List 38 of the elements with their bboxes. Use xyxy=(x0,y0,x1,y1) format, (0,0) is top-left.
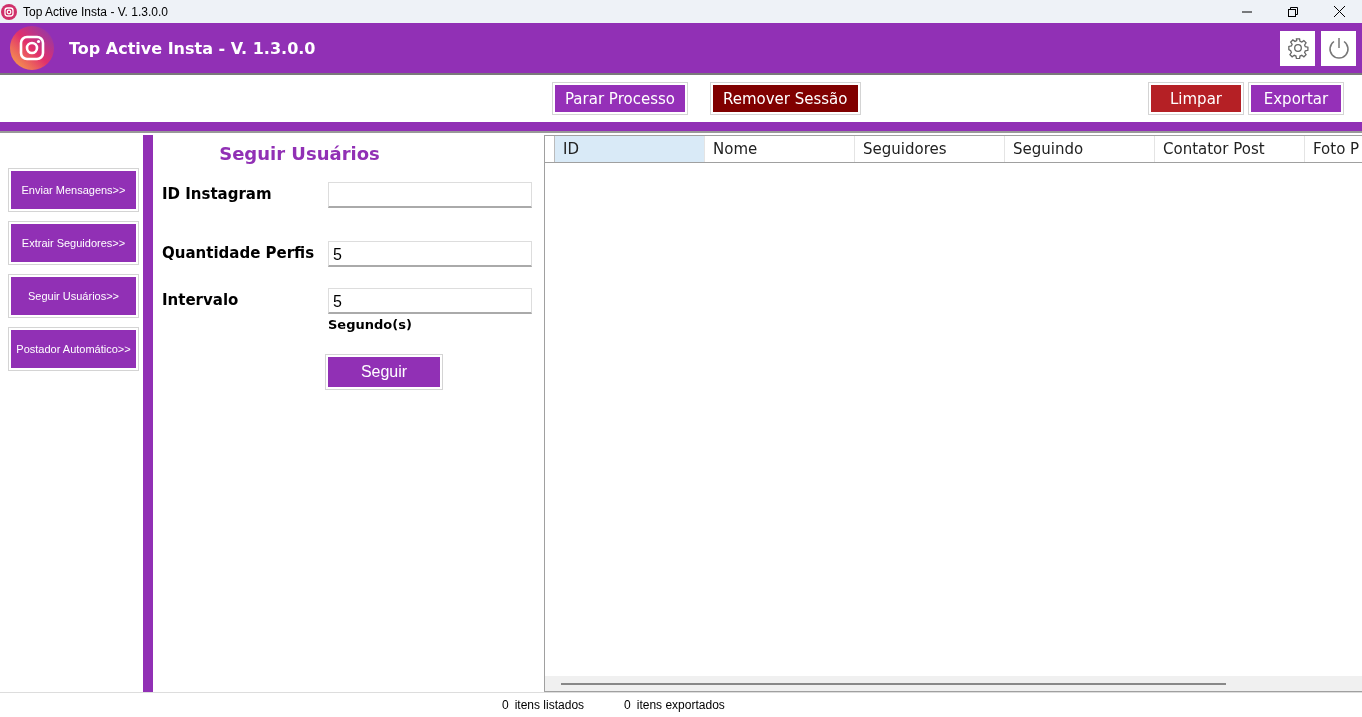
input-field[interactable]: 5 xyxy=(328,241,532,267)
power-icon xyxy=(1326,36,1351,60)
field-label: Quantidade Perfis xyxy=(162,243,316,262)
column-header[interactable]: Contator Post xyxy=(1155,136,1305,162)
sidebar-item[interactable]: Seguir Usuários>> xyxy=(11,277,136,315)
sidebar-item[interactable]: Postador Automático>> xyxy=(11,330,136,368)
status-count: 0 xyxy=(502,698,509,712)
horizontal-scrollbar[interactable] xyxy=(561,682,1226,685)
sidebar-item[interactable]: Extrair Seguidores>> xyxy=(11,224,136,262)
toolbar-button[interactable]: Parar Processo xyxy=(555,85,685,112)
logo-icon xyxy=(10,26,54,70)
toolbar-button[interactable]: Limpar xyxy=(1151,85,1241,112)
column-header[interactable]: Seguidores xyxy=(855,136,1005,162)
restore-icon xyxy=(1288,6,1298,17)
column-header[interactable]: Nome xyxy=(705,136,855,162)
status-label: itens listados xyxy=(514,698,585,712)
toolbar-button[interactable]: Exportar xyxy=(1251,85,1341,112)
input-field[interactable] xyxy=(328,182,532,208)
sidebar-item[interactable]: Enviar Mensagens>> xyxy=(11,171,136,209)
toolbar-button[interactable]: Remover Sessão xyxy=(712,85,858,112)
field-label: ID Instagram xyxy=(162,184,273,203)
field-label: Intervalo xyxy=(162,290,240,309)
status-count: 0 xyxy=(624,698,631,712)
follow-button[interactable]: Seguir xyxy=(328,357,440,387)
close-icon xyxy=(1333,6,1345,17)
unit-label: Segundo(s) xyxy=(328,317,413,332)
input-field[interactable]: 5 xyxy=(328,288,532,314)
settings-icon xyxy=(1286,37,1309,59)
settings-button[interactable] xyxy=(1280,30,1315,66)
column-header[interactable]: ID xyxy=(555,136,705,162)
app-title: Top Active Insta - V. 1.3.0.0 xyxy=(69,38,317,58)
window-title: Top Active Insta - V. 1.3.0.0 xyxy=(23,4,169,19)
column-header[interactable]: Seguindo xyxy=(1005,136,1155,162)
form-title: Seguir Usuários xyxy=(218,143,381,164)
column-header[interactable]: Foto P xyxy=(1305,136,1362,162)
power-button[interactable] xyxy=(1321,30,1356,66)
app-icon xyxy=(1,3,17,20)
status-label: itens exportados xyxy=(636,698,725,712)
